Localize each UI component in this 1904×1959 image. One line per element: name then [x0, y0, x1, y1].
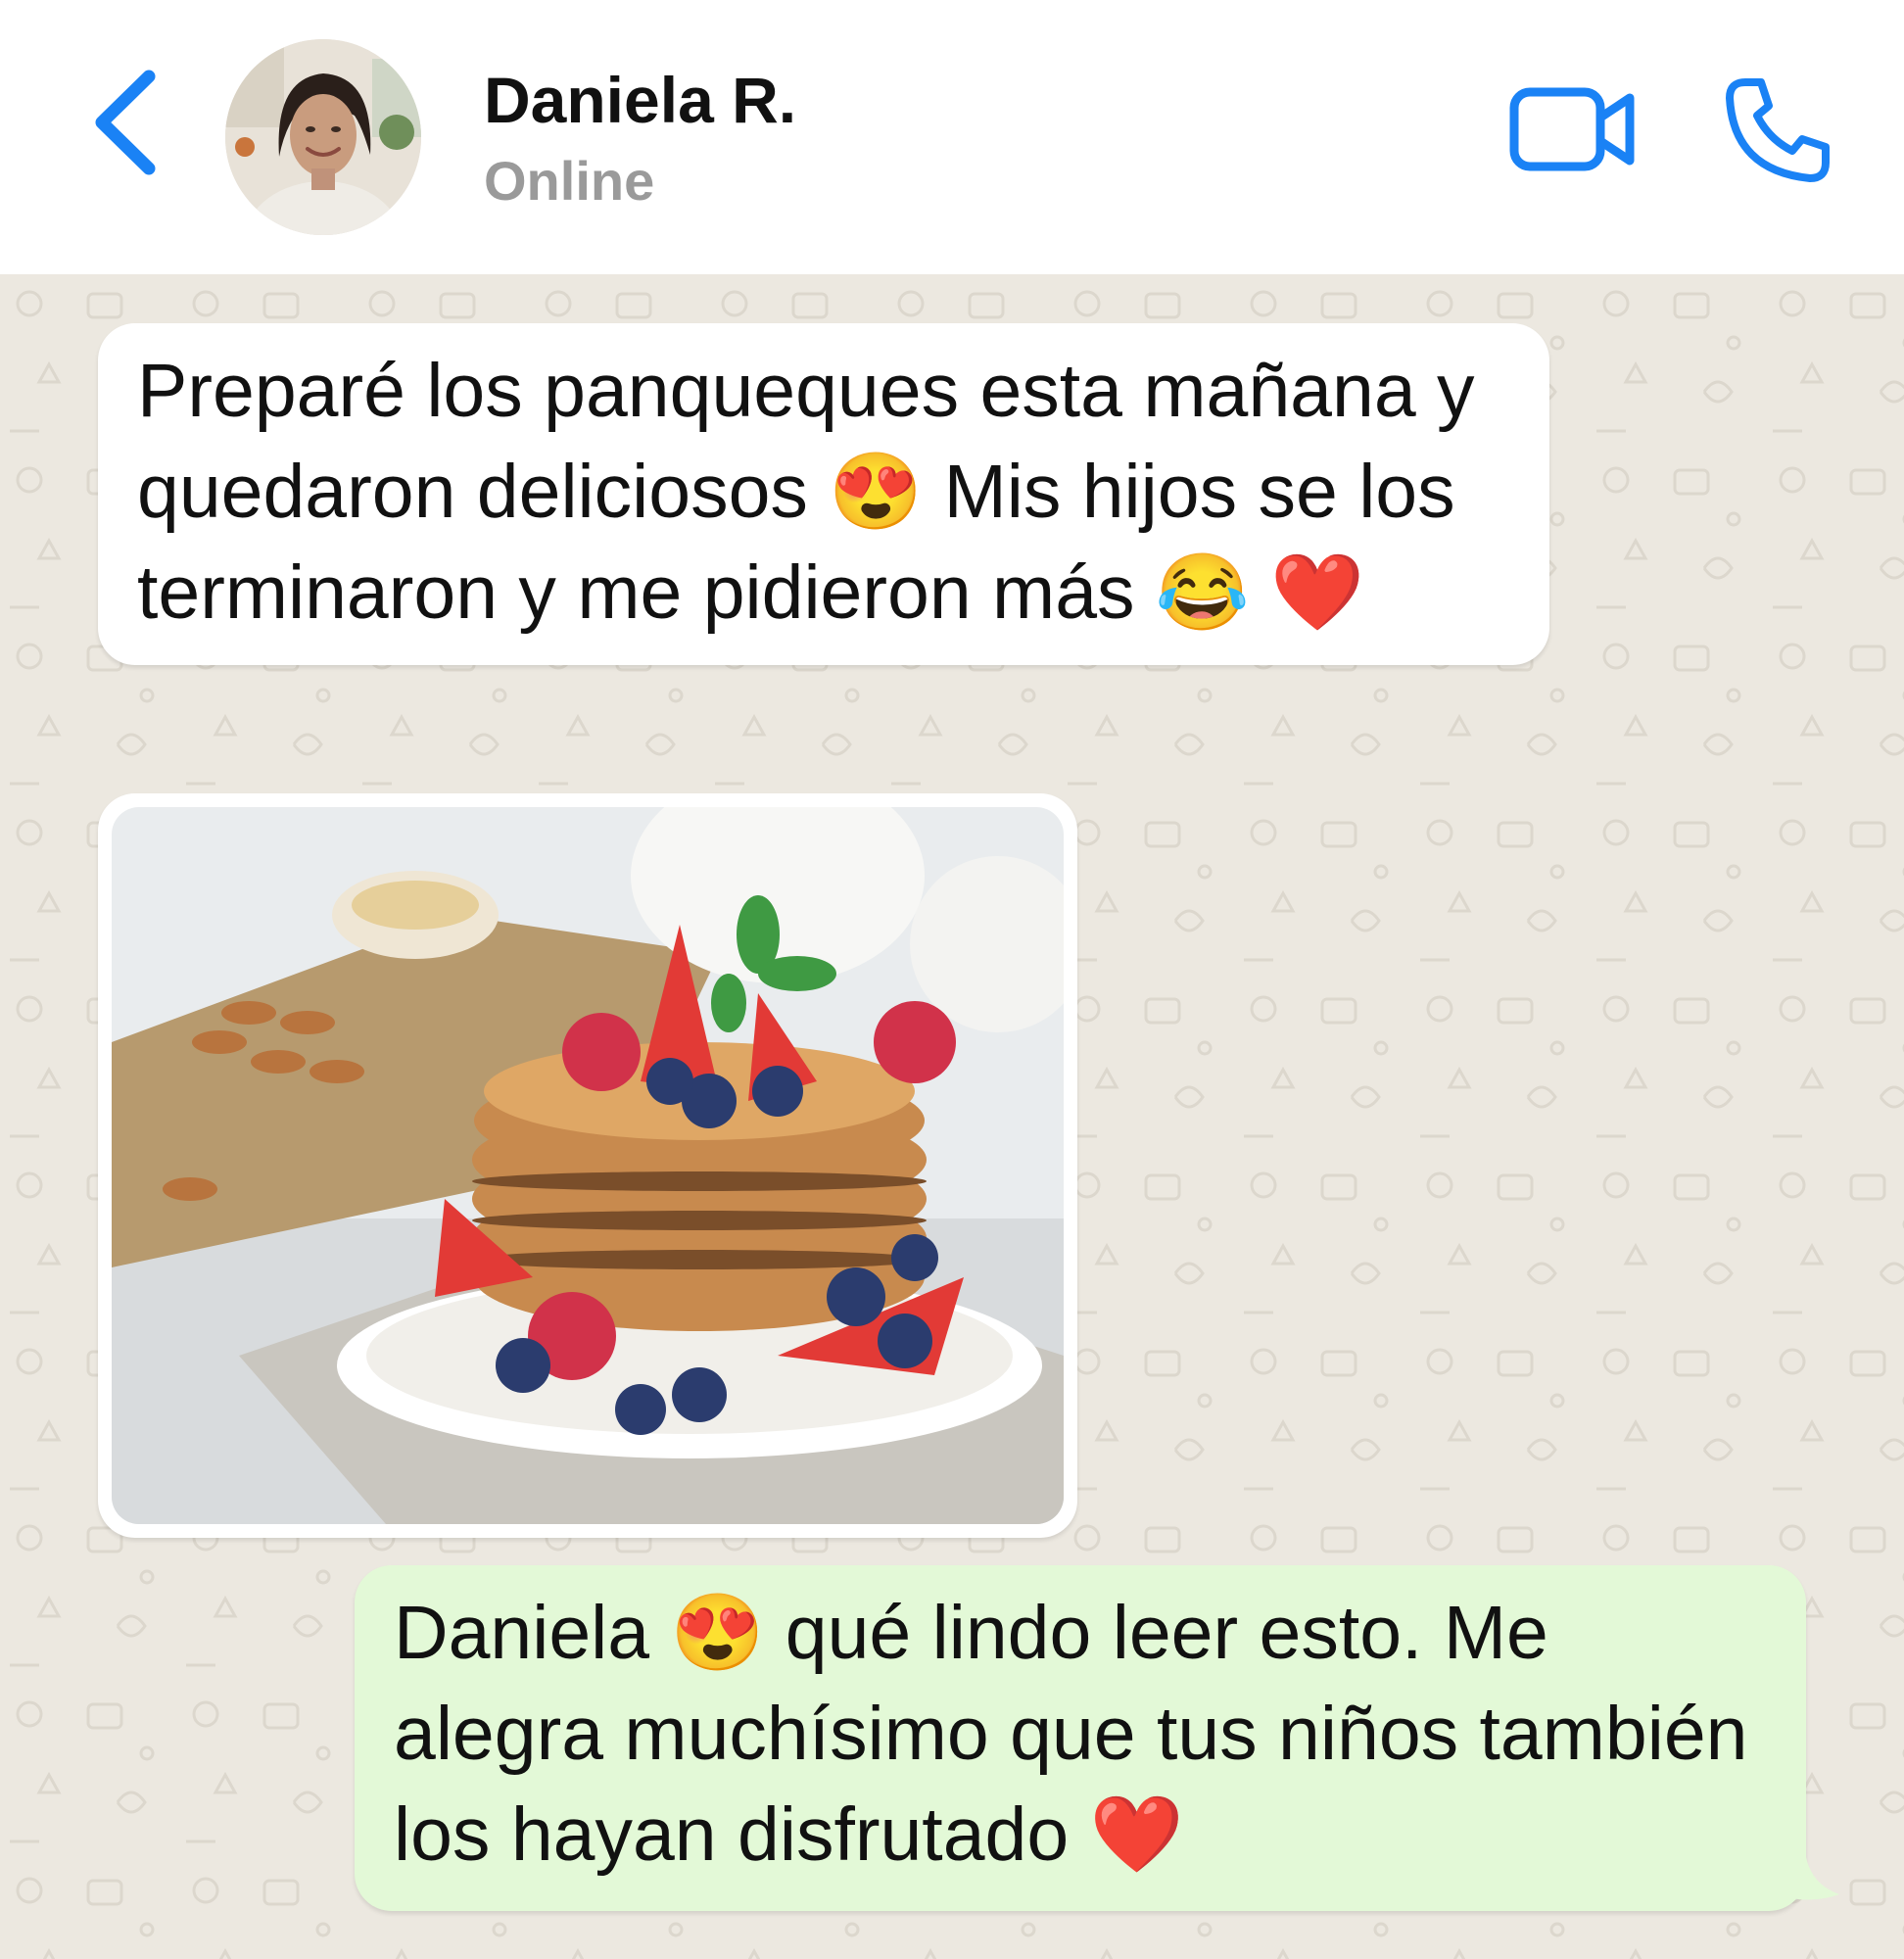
back-button[interactable] [88, 69, 167, 176]
message-text: Preparé los panqueques esta mañana y que… [137, 349, 1496, 635]
contact-photo [225, 39, 421, 235]
chat-header: Daniela R. Online [0, 0, 1904, 274]
chevron-left-icon [95, 70, 156, 175]
pancake-photo[interactable] [112, 807, 1064, 1524]
avatar[interactable] [225, 39, 421, 235]
video-camera-icon [1509, 87, 1635, 171]
incoming-image-message[interactable] [98, 793, 1077, 1538]
video-call-button[interactable] [1508, 82, 1638, 176]
voice-call-button[interactable] [1724, 76, 1832, 184]
contact-name[interactable]: Daniela R. [484, 63, 796, 137]
outgoing-message[interactable]: Daniela 😍 qué lindo leer esto. Me alegra… [355, 1565, 1806, 1911]
incoming-message[interactable]: Preparé los panqueques esta mañana y que… [98, 323, 1549, 665]
contact-status: Online [484, 150, 655, 212]
chat-area[interactable]: Preparé los panqueques esta mañana y que… [0, 274, 1904, 1959]
outgoing-bubble-tail [1783, 1857, 1839, 1900]
message-text: Daniela 😍 qué lindo leer esto. Me alegra… [394, 1591, 1769, 1877]
phone-icon [1726, 78, 1830, 182]
